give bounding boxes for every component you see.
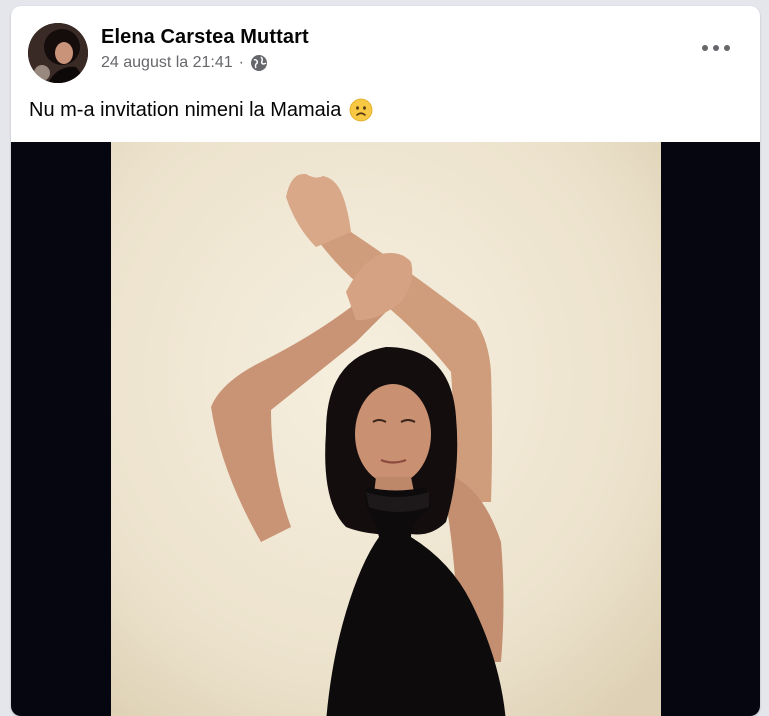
globe-icon bbox=[250, 54, 268, 72]
post-text: Nu m-a invitation nimeni la Mamaia bbox=[29, 98, 342, 121]
meta-separator: · bbox=[238, 54, 244, 71]
post-media[interactable] bbox=[11, 142, 760, 716]
post-photo[interactable] bbox=[111, 142, 661, 716]
woman-portrait-image bbox=[111, 142, 661, 716]
post-body: Nu m-a invitation nimeni la Mamaia bbox=[29, 98, 373, 122]
worried-face-emoji bbox=[349, 98, 373, 122]
post-timestamp[interactable]: 24 august la 21:41 bbox=[101, 54, 233, 72]
more-options-icon-dot bbox=[724, 45, 730, 51]
author-name[interactable]: Elena Carstea Muttart bbox=[101, 26, 309, 49]
author-avatar[interactable] bbox=[28, 23, 88, 83]
avatar-photo bbox=[28, 23, 88, 83]
post-card: Elena Carstea Muttart 24 august la 21:41… bbox=[11, 6, 760, 716]
more-options-button[interactable] bbox=[702, 40, 730, 56]
more-options-icon-dot bbox=[713, 45, 719, 51]
post-meta: 24 august la 21:41 · bbox=[101, 54, 268, 72]
more-options-icon-dot bbox=[702, 45, 708, 51]
